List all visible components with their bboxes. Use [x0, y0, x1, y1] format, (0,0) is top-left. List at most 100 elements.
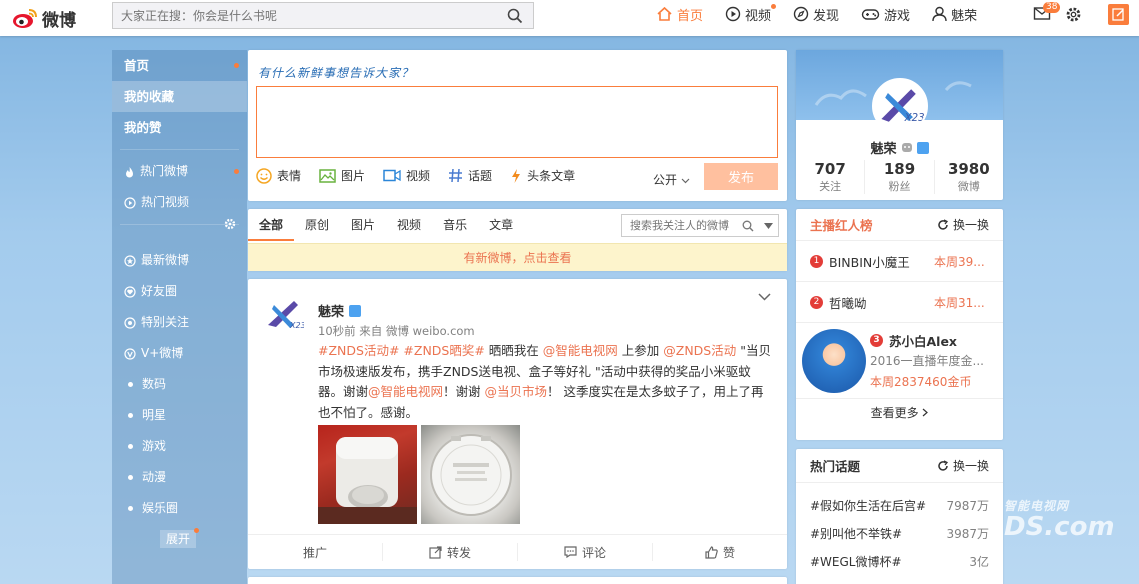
sidebar-item-friends[interactable]: 好友圈 [112, 276, 247, 307]
post-image-2[interactable] [421, 425, 520, 524]
sidebar-item-games[interactable]: 游戏 [112, 431, 247, 462]
topic-row[interactable]: #别叫他不举铁# 3987万 [796, 519, 1003, 547]
sidebar-expand-button[interactable]: 展开 [160, 528, 199, 548]
post-link[interactable]: @ZNDS活动 [663, 343, 736, 358]
profile-name[interactable]: 魅荣 [796, 138, 1003, 157]
emoji-tool[interactable]: 表情 [256, 167, 301, 184]
sidebar-item-likes[interactable]: 我的赞 [112, 112, 247, 143]
chevron-down-icon [681, 178, 690, 184]
post-image-1[interactable] [318, 425, 417, 524]
rank-number: 2 [810, 295, 823, 309]
tab-articles[interactable]: 文章 [478, 209, 524, 241]
sidebar-item-hot-weibo[interactable]: 热门微博 [112, 156, 247, 187]
refresh-icon [938, 218, 948, 230]
refresh-label: 换一换 [952, 218, 989, 232]
visibility-select[interactable]: 公开 [653, 171, 690, 188]
stat-posts[interactable]: 3980 微博 [935, 160, 1003, 194]
post-link[interactable]: @智能电视网 [368, 384, 443, 399]
verified-icon [916, 141, 929, 154]
mosquito-repeller-photo [318, 437, 417, 524]
nav-video[interactable]: 视频 [725, 3, 777, 24]
compose-button[interactable] [1108, 4, 1129, 25]
topic-row[interactable]: #假如你生活在后宫# 7987万 [796, 491, 1003, 519]
refresh-button[interactable]: 换一换 [937, 457, 989, 474]
sidebar-item-latest[interactable]: 最新微博 [112, 245, 247, 276]
nav-home[interactable]: 首页 [656, 5, 703, 24]
search-input[interactable] [113, 3, 493, 28]
message-count-badge: 38 [1043, 2, 1061, 13]
like-button[interactable]: 赞 [653, 543, 787, 561]
topic-tool[interactable]: 话题 [448, 167, 492, 184]
avatar[interactable]: X23 [264, 295, 304, 335]
profile-stats: 707 关注 189 粉丝 3980 微博 [796, 160, 1003, 194]
rank-row[interactable]: 1 BINBIN小魔王 本周39... [796, 241, 1003, 282]
edit-icon [1112, 8, 1124, 21]
refresh-button[interactable]: 换一换 [937, 216, 989, 233]
search-icon[interactable] [507, 8, 523, 24]
tab-images[interactable]: 图片 [340, 209, 386, 241]
sidebar-item-anime[interactable]: 动漫 [112, 462, 247, 493]
tool-label: 图片 [341, 169, 366, 183]
sidebar-item-label: 首页 [124, 58, 150, 73]
stat-number: 189 [883, 160, 916, 178]
new-posts-notice[interactable]: 有新微博，点击查看 [248, 243, 787, 271]
sidebar-item-special[interactable]: 特别关注 [112, 307, 247, 338]
stat-label: 微博 [957, 180, 980, 193]
publisher-box: 有什么新鲜事想告诉大家？ 表情 图片 视频 话题 头条文章 公开 发布 [248, 50, 787, 201]
post-link[interactable]: @智能电视网 [543, 343, 618, 358]
sidebar-item-vplus[interactable]: V+微博 [112, 338, 247, 369]
video-tool[interactable]: 视频 [383, 167, 430, 184]
messages-button[interactable]: 38 [1033, 2, 1061, 24]
publish-button[interactable]: 发布 [704, 163, 778, 190]
weibo-logo[interactable]: 微博 [12, 4, 76, 32]
topic-row[interactable]: #WEGL微博杯# 3亿 [796, 547, 1003, 575]
stat-following[interactable]: 707 关注 [796, 160, 866, 194]
post-link[interactable]: #ZNDS活动# [318, 343, 399, 358]
tab-music[interactable]: 音乐 [432, 209, 478, 241]
article-tool[interactable]: 头条文章 [510, 167, 575, 184]
nav-profile[interactable]: 魅荣 [932, 5, 977, 24]
tab-videos[interactable]: 视频 [386, 209, 432, 241]
profile-avatar[interactable]: X23 [872, 78, 928, 134]
post-textarea[interactable] [256, 86, 778, 158]
stat-number: 3980 [947, 160, 990, 178]
caret-down-icon[interactable] [764, 222, 773, 229]
panel-title: 热门话题 [810, 459, 861, 474]
lightning-icon [512, 168, 521, 183]
gear-icon[interactable] [224, 218, 236, 230]
post-author[interactable]: 魅荣 [318, 301, 362, 320]
nav-discover[interactable]: 发现 [793, 5, 839, 24]
rank-featured[interactable]: 3 苏小白Alex 2016一直播年度金... 本周2837460金币 [796, 323, 1003, 399]
next-feed-post [248, 577, 787, 584]
publisher-prompt: 有什么新鲜事想告诉大家？ [258, 66, 415, 80]
sidebar-item-digital[interactable]: 数码 [112, 369, 247, 400]
promote-button[interactable]: 推广 [248, 543, 383, 561]
sidebar-item-entertainment[interactable]: 娱乐圈 [112, 493, 247, 524]
see-more-link[interactable]: 查看更多 [796, 399, 1003, 427]
sidebar-item-hot-video[interactable]: 热门视频 [112, 187, 247, 218]
sidebar-item-home[interactable]: 首页 [112, 50, 247, 81]
followed-search-input[interactable] [622, 215, 740, 236]
tab-all[interactable]: 全部 [248, 209, 295, 241]
gear-icon[interactable] [1065, 6, 1082, 23]
chevron-down-icon[interactable] [758, 293, 771, 301]
comment-button[interactable]: 评论 [518, 543, 653, 561]
fire-icon [126, 166, 133, 177]
repost-button[interactable]: 转发 [383, 543, 518, 561]
sidebar-item-favorites[interactable]: 我的收藏 [112, 81, 247, 112]
tab-original[interactable]: 原创 [294, 209, 340, 241]
image-tool[interactable]: 图片 [319, 167, 365, 184]
compass-icon [793, 6, 809, 22]
divider [120, 149, 239, 150]
post-text-segment: 晒晒我在 [484, 343, 543, 358]
sidebar-item-stars[interactable]: 明星 [112, 400, 247, 431]
image-icon [319, 168, 336, 183]
post-link[interactable]: @当贝市场 [485, 384, 548, 399]
search-icon[interactable] [742, 220, 754, 232]
rank-row[interactable]: 2 哲曦呦 本周31... [796, 282, 1003, 323]
rank-value: 本周31... [934, 295, 985, 310]
nav-games[interactable]: 游戏 [861, 5, 910, 24]
share-icon [429, 545, 442, 559]
stat-followers[interactable]: 189 粉丝 [865, 160, 935, 194]
post-link[interactable]: #ZNDS晒奖# [403, 343, 484, 358]
